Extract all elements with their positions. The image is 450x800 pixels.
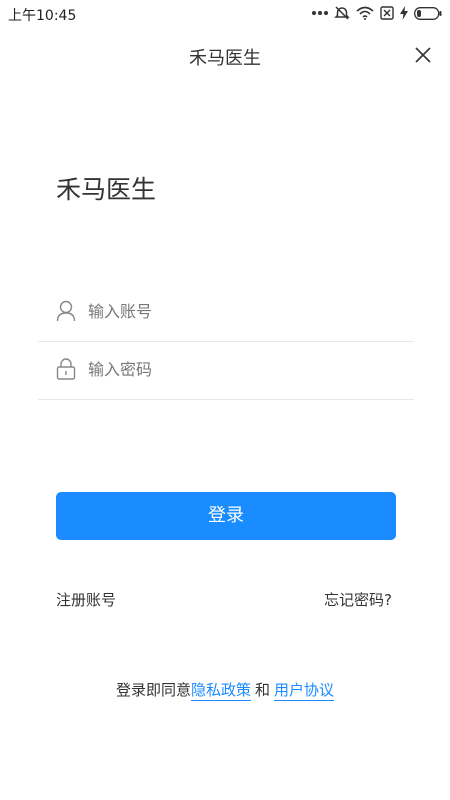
battery-icon — [414, 6, 442, 20]
status-time: 上午10:45 — [8, 8, 77, 24]
login-button[interactable]: 登录 — [56, 492, 396, 540]
privacy-policy-link[interactable]: 隐私政策 — [190, 681, 251, 701]
forgot-password-link[interactable]: 忘记密码? — [324, 589, 392, 610]
agreement-text: 登录即同意隐私政策和用户协议 — [0, 679, 450, 701]
charging-icon — [400, 6, 408, 20]
nav-title: 禾马医生 — [189, 48, 261, 69]
register-link[interactable]: 注册账号 — [56, 589, 116, 610]
user-icon — [56, 300, 76, 322]
alarm-off-icon — [334, 6, 350, 20]
login-screen: 上午10:45 禾马医生 禾马医生 输入账号 登录 注册账号 忘记密码? 登录即… — [0, 0, 450, 800]
wifi-icon — [356, 6, 374, 20]
agreement-prefix: 登录即同意 — [115, 681, 191, 699]
agreement-and: 和 — [255, 681, 271, 699]
sim-blocked-icon — [380, 6, 394, 20]
status-bar: 上午10:45 — [0, 0, 450, 26]
account-field — [38, 285, 414, 342]
password-input[interactable] — [88, 353, 398, 385]
account-input[interactable] — [88, 295, 398, 327]
password-field — [38, 343, 414, 400]
status-icons — [312, 4, 442, 22]
lock-icon — [56, 358, 76, 380]
more-dots-icon — [312, 11, 328, 15]
user-agreement-link[interactable]: 用户协议 — [274, 681, 335, 701]
brand-title: 禾马医生 — [56, 175, 157, 204]
close-icon[interactable] — [414, 46, 432, 64]
